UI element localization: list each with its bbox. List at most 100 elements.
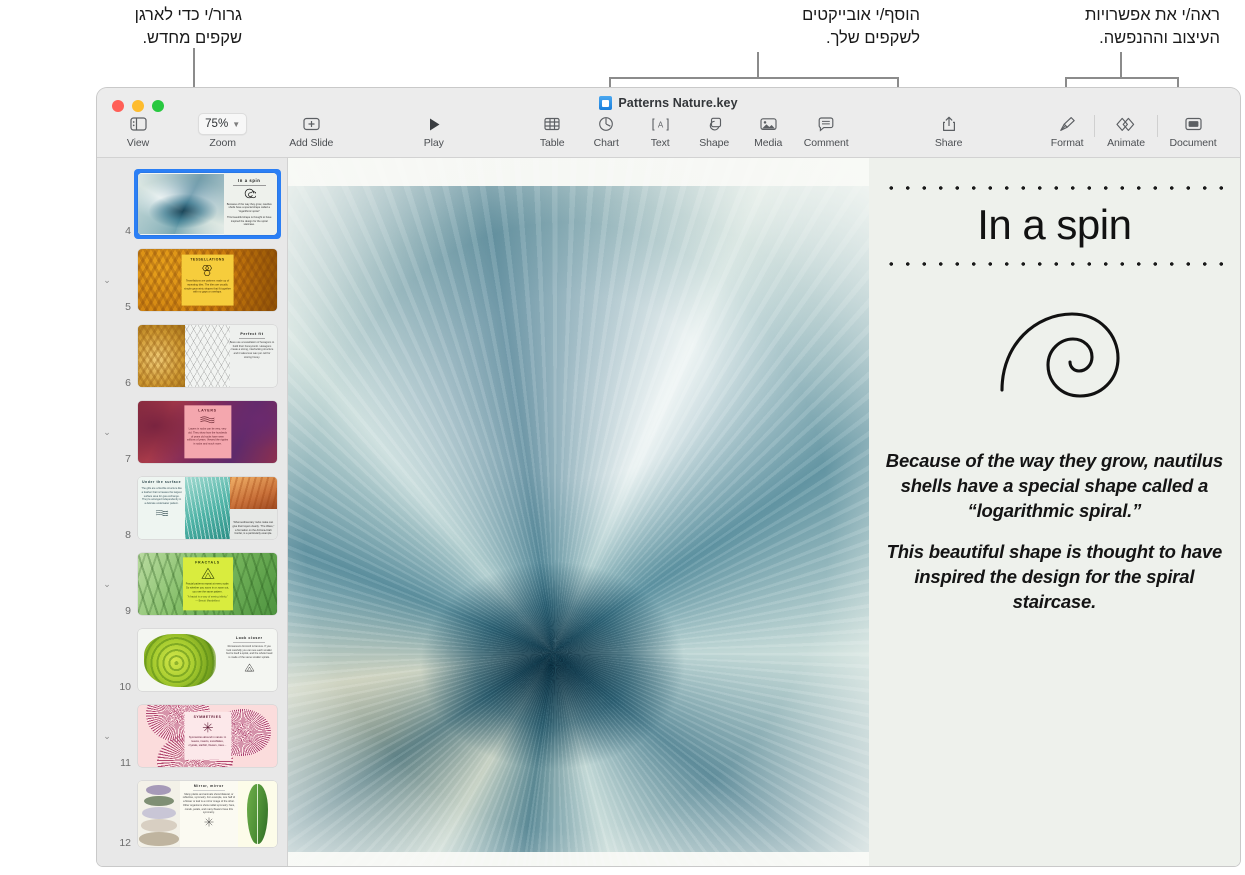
slide-navigator-row[interactable]: 12 Mirror, mirror Many plants and animal… [97,774,287,854]
toolbar-zoom-control[interactable]: 75% ▼ Zoom [190,113,256,149]
toolbar-button-shape[interactable]: Shape [687,114,741,149]
text-box-icon: A [652,114,669,134]
toolbar-items: View 75% ▼ Zoom Add Slide Play Table Cha… [97,113,1240,149]
zoom-pill-wrap: 75% ▼ [198,113,248,135]
toolbar-button-add-slide[interactable]: Add Slide [280,114,342,149]
window-title-bar: Patterns Nature.key [97,96,1240,110]
toolbar-label-format: Format [1050,137,1084,149]
photo-icon [760,114,777,134]
animate-diamonds-icon [1116,114,1136,134]
annotation-drag-reorder: גרור/י כדי לארגן שקפים מחדש. [134,6,242,48]
annotation-insert-stem [757,52,759,77]
pie-chart-icon [598,114,614,134]
chevron-down-icon: ▼ [232,119,241,129]
plus-box-icon [303,114,320,134]
slide-number: 11 [120,757,131,769]
thumbnail-image: Mirror, mirror Many plants and animals s… [138,781,277,847]
slide-text-column[interactable]: In a spin Because of the way they grow, … [869,158,1240,866]
slide-number: 12 [119,837,131,849]
slide-navigator-row[interactable]: ⌄ 5 TESSELLATIONS Tessellations are patt… [97,242,287,318]
thumbnail-title: In a spin [238,177,261,183]
chevron-down-icon[interactable]: ⌄ [99,275,115,285]
slide-thumbnail-symmetries[interactable]: SYMMETRIES Symmetries abound in nature: … [134,701,281,771]
toolbar-button-play[interactable]: Play [407,114,461,149]
slide-thumbnail-layers[interactable]: LAYERS Layers in rocks can be very, very… [134,397,281,467]
table-grid-icon [544,114,560,134]
chevron-down-icon[interactable]: ⌄ [99,427,115,437]
slide-thumbnail-in-a-spin[interactable]: In a spin Because of the way they grow, … [134,169,281,239]
toolbar-button-view[interactable]: View [111,114,165,149]
toolbar-label-document: Document [1169,137,1217,149]
dotted-rule-top [882,186,1226,190]
toolbar-button-table[interactable]: Table [525,114,579,149]
slide-navigator[interactable]: 4 In a spin Because of the way they grow… [97,158,288,866]
slide-navigator-row[interactable]: 10 Look closer Romanesco broccoli is fam… [97,622,287,698]
toolbar-label-view: View [126,137,150,149]
annotation-layer: גרור/י כדי לארגן שקפים מחדש. הוסף/י אובי… [0,0,1245,160]
zoom-button[interactable] [152,100,164,112]
sidebar-icon [129,114,147,134]
current-slide[interactable]: In a spin Because of the way they grow, … [288,158,1240,866]
slide-navigator-row[interactable]: 8 Under the surface The gills are a flex… [97,470,287,546]
toolbar-button-text[interactable]: A Text [633,114,687,149]
toolbar-button-animate[interactable]: Animate [1095,114,1157,149]
toolbar-label-text: Text [650,137,670,149]
slide-thumbnail-fractals[interactable]: FRACTALS Fractal patterns repeat at ever… [134,549,281,619]
toolbar-label-shape: Shape [699,137,730,149]
toolbar-button-chart[interactable]: Chart [579,114,633,149]
zoom-popup-button[interactable]: 75% ▼ [198,113,248,135]
annotation-design-options: ראה/י את אפשרויות העיצוב וההנפשה. [1085,6,1220,48]
shell-vignette [288,158,869,866]
toolbar-button-format[interactable]: Format [1040,114,1094,149]
logarithmic-spiral-icon[interactable] [978,292,1130,427]
slide-navigator-row[interactable]: 6 Perfect fit Bees use a tessellation of… [97,318,287,394]
play-triangle-icon [427,114,441,134]
thumbnail-image: Perfect fit Bees use a tessellation of h… [138,325,277,387]
thumbnail-title: TESSELLATIONS [190,257,225,262]
thumbnail-title: Perfect fit [240,332,264,337]
annotation-insert-objects: הוסף/י אובייקטים לשקפים שלך. [802,6,920,48]
slide-body-text[interactable]: Because of the way they grow, nautilus s… [883,449,1226,615]
slide-navigator-row[interactable]: ⌄ 7 LAYERS Layers in rocks can be very, … [97,394,287,470]
slide-navigator-scroll[interactable]: 4 In a spin Because of the way they grow… [97,158,287,866]
document-panel-icon [1184,114,1202,134]
slide-paragraph-2: This beautiful shape is thought to have … [886,541,1223,612]
minimize-button[interactable] [132,100,144,112]
slide-thumbnail-under-the-surface[interactable]: Under the surface The gills are a flexib… [134,473,281,543]
slide-navigator-row[interactable]: ⌄ 11 SYMMETRIES Symmetries abound in nat… [97,698,287,774]
slide-number: 4 [125,225,131,237]
close-button[interactable] [112,100,124,112]
toolbar-label-share: Share [934,137,963,149]
nautilus-shell-photo[interactable] [288,158,869,866]
thumbnail-image: Under the surface The gills are a flexib… [138,477,277,539]
toolbar-button-document[interactable]: Document [1158,114,1228,149]
slide-navigator-row[interactable]: 4 In a spin Because of the way they grow… [97,166,287,242]
thumbnail-title: FRACTALS [195,560,220,565]
paintbrush-icon [1059,114,1076,134]
slide-thumbnail-perfect-fit[interactable]: Perfect fit Bees use a tessellation of h… [134,321,281,391]
toolbar-button-comment[interactable]: Comment [795,114,857,149]
slide-canvas[interactable]: In a spin Because of the way they grow, … [288,158,1240,866]
toolbar-label-chart: Chart [593,137,619,149]
toolbar-button-share[interactable]: Share [922,114,976,149]
comment-bubble-icon [818,114,834,134]
thumbnail-image: LAYERS Layers in rocks can be very, very… [138,401,277,463]
slide-number: 6 [125,377,131,389]
zoom-value: 75% [205,118,229,130]
slide-navigator-row[interactable]: ⌄ 9 FRACTALS Fractal patterns repeat at … [97,546,287,622]
thumbnail-title: Mirror, mirror [193,784,224,788]
svg-text:A: A [658,120,664,129]
toolbar-button-media[interactable]: Media [741,114,795,149]
slide-thumbnail-mirror-mirror[interactable]: Mirror, mirror Many plants and animals s… [134,777,281,851]
toolbar-label-animate: Animate [1107,137,1145,149]
thumbnail-image: Look closer Romanesco broccoli is famous… [138,629,277,691]
slide-thumbnail-tessellations[interactable]: TESSELLATIONS Tessellations are patterns… [134,245,281,315]
chevron-down-icon[interactable]: ⌄ [99,731,115,741]
toolbar-label-zoom: Zoom [209,137,236,149]
toolbar: Patterns Nature.key View 75% ▼ Zoom Add … [97,88,1240,158]
slide-thumbnail-look-closer[interactable]: Look closer Romanesco broccoli is famous… [134,625,281,695]
toolbar-label-add-slide: Add Slide [289,137,334,149]
share-upload-icon [942,114,956,134]
thumbnail-image: In a spin Because of the way they grow, … [138,173,277,235]
chevron-down-icon[interactable]: ⌄ [99,579,115,589]
